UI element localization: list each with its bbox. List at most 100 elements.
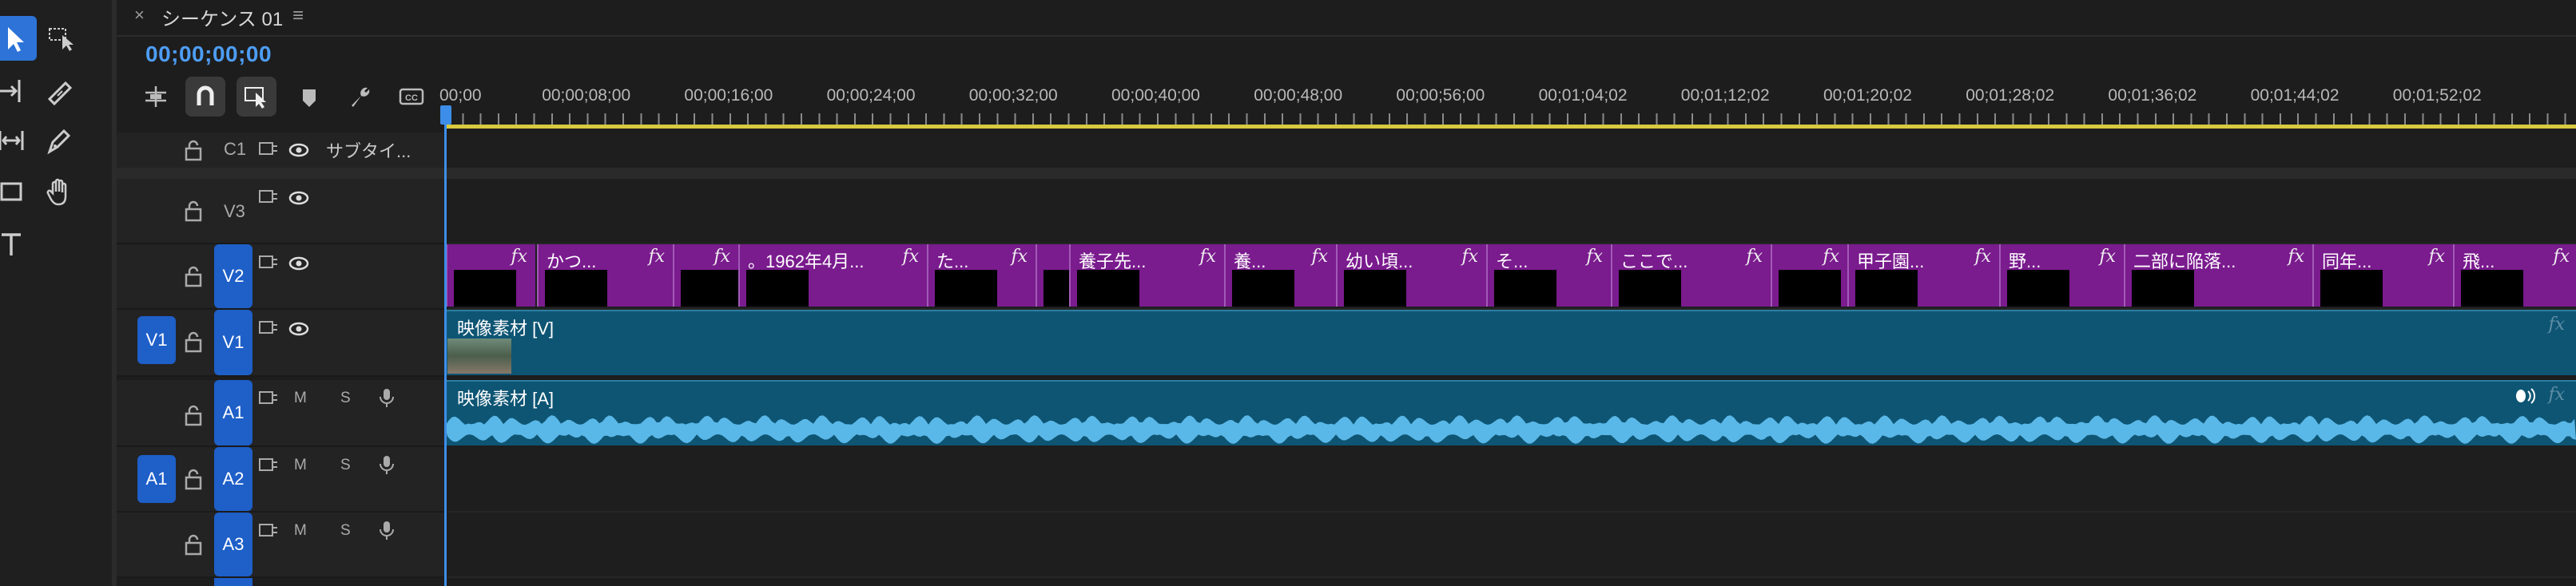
tools-panel: [0, 0, 117, 586]
caption-clip[interactable]: 飛... fx: [2453, 244, 2576, 307]
source-patch-a1[interactable]: A1: [137, 455, 176, 503]
caption-clip[interactable]: fx: [446, 244, 535, 307]
timeline-settings-wrench-icon[interactable]: [340, 77, 380, 117]
ruler-time-label: 00;00;16;00: [684, 86, 773, 105]
ripple-edit-tool-icon[interactable]: [0, 69, 34, 113]
track-target-a3[interactable]: A3: [214, 513, 252, 576]
sync-lock-icon[interactable]: [257, 521, 280, 543]
track-area-a2[interactable]: [447, 447, 2576, 513]
caption-clip[interactable]: 二部に陥落... fx: [2124, 244, 2312, 307]
solo-button[interactable]: S: [340, 390, 351, 407]
sync-lock-icon[interactable]: [257, 455, 280, 477]
track-area-c1[interactable]: [447, 133, 2576, 169]
lock-icon[interactable]: [184, 139, 203, 161]
mute-button[interactable]: M: [294, 457, 307, 474]
caption-clip[interactable]: た... fx: [927, 244, 1036, 307]
eye-icon[interactable]: [288, 139, 310, 161]
close-icon[interactable]: ×: [134, 5, 145, 26]
selection-tool-icon[interactable]: [0, 16, 37, 61]
razor-tool-icon[interactable]: [37, 69, 81, 113]
track-header-a3[interactable]: A3 M S: [117, 513, 444, 578]
caption-clip[interactable]: 養... fx: [1224, 244, 1336, 307]
caption-clip[interactable]: [1036, 244, 1069, 307]
track-header-v1[interactable]: V1 V1: [117, 310, 444, 377]
caption-track-label: サブタイ...: [326, 141, 411, 161]
solo-button[interactable]: S: [340, 522, 351, 540]
clip-thumbnail: [2132, 270, 2194, 307]
waveform-path: [446, 415, 2576, 444]
mute-button[interactable]: M: [294, 390, 307, 407]
microphone-icon[interactable]: [376, 519, 398, 541]
eye-icon[interactable]: [288, 318, 310, 340]
track-target-a2[interactable]: A2: [214, 447, 252, 511]
caption-clip[interactable]: 。1962年4月... fx: [738, 244, 927, 307]
type-tool-icon[interactable]: [0, 222, 34, 267]
linked-selection-icon[interactable]: [237, 77, 276, 117]
eye-icon[interactable]: [288, 187, 310, 209]
caption-clip[interactable]: 養子先... fx: [1069, 244, 1224, 307]
caption-clip[interactable]: 同年... fx: [2312, 244, 2453, 307]
lock-icon[interactable]: [184, 404, 203, 426]
caption-clip[interactable]: fx: [1771, 244, 1847, 307]
track-area-v3[interactable]: [447, 179, 2576, 244]
sequence-tab-title[interactable]: シーケンス 01: [161, 3, 283, 31]
sync-lock-icon[interactable]: [257, 318, 280, 340]
lock-icon[interactable]: [184, 331, 203, 353]
time-ruler[interactable]: 00;00 00;00;08;00 00;00;16;00 00;00;24;00 00…: [439, 77, 2576, 126]
track-target-v2[interactable]: V2: [214, 244, 252, 308]
lock-icon[interactable]: [184, 265, 203, 287]
clip-thumbnail: [1344, 270, 1406, 307]
panel-menu-icon[interactable]: ≡: [292, 5, 304, 27]
caption-clip[interactable]: そ... fx: [1486, 244, 1611, 307]
fx-badge: fx: [902, 247, 919, 267]
caption-clip[interactable]: 甲子園... fx: [1847, 244, 1999, 307]
track-target-a1[interactable]: A1: [214, 380, 252, 445]
track-header-a2[interactable]: A1 A2 M S: [117, 447, 444, 513]
pen-tool-icon[interactable]: [37, 118, 81, 163]
lock-icon[interactable]: [184, 200, 203, 222]
hand-tool-icon[interactable]: [37, 169, 81, 214]
add-marker-icon[interactable]: [289, 77, 329, 117]
snap-icon[interactable]: [185, 77, 225, 117]
track-header-v2[interactable]: V2: [117, 244, 444, 310]
caption-clip[interactable]: ここで... fx: [1611, 244, 1771, 307]
ruler-time-label: 00;01;52;02: [2392, 86, 2482, 105]
ruler-time-label: 00;01;12;02: [1680, 86, 1770, 105]
slip-tool-icon[interactable]: [0, 118, 34, 163]
video-clip-v1[interactable]: 映像素材 [V] fx: [446, 310, 2576, 375]
track-select-tool-icon[interactable]: [40, 16, 85, 61]
microphone-icon[interactable]: [376, 386, 398, 409]
sync-lock-icon[interactable]: [257, 388, 280, 410]
lock-icon[interactable]: [184, 468, 203, 490]
sync-lock-icon[interactable]: [257, 139, 280, 161]
clip-thumbnail: [935, 270, 997, 307]
audio-clip-a1[interactable]: 映像素材 [A] fx: [446, 380, 2576, 445]
track-header-c1[interactable]: C1 サブタイ...: [117, 133, 444, 169]
sequence-panel-header: × シーケンス 01 ≡: [117, 0, 2576, 37]
sync-lock-icon[interactable]: [257, 252, 280, 275]
playhead-timecode[interactable]: 00;00;00;00: [145, 42, 272, 67]
caption-clip[interactable]: fx: [673, 244, 738, 307]
caption-clip[interactable]: かつ... fx: [537, 244, 673, 307]
playhead-line[interactable]: [444, 105, 447, 586]
eye-icon[interactable]: [288, 252, 310, 275]
track-target-v1[interactable]: V1: [214, 310, 252, 375]
sync-lock-icon[interactable]: [257, 187, 280, 209]
source-patch-v1[interactable]: V1: [137, 316, 176, 364]
lock-icon[interactable]: [184, 533, 203, 556]
caption-clip[interactable]: 幼い頃... fx: [1336, 244, 1486, 307]
solo-button[interactable]: S: [340, 457, 351, 474]
clip-thumbnail: [1232, 270, 1294, 307]
track-header-a1[interactable]: A1 M S: [117, 380, 444, 447]
captions-icon[interactable]: CC: [392, 77, 431, 117]
work-area-bar[interactable]: [444, 125, 2576, 129]
microphone-icon[interactable]: [376, 453, 398, 476]
clip-thumbnail: [2320, 270, 2383, 307]
ruler-time-label: 00;01;44;02: [2250, 86, 2339, 105]
insert-sequence-nest-icon[interactable]: [136, 77, 176, 117]
rectangle-tool-icon[interactable]: [0, 169, 34, 214]
mute-button[interactable]: M: [294, 522, 307, 540]
track-area-a3[interactable]: [447, 513, 2576, 578]
caption-clip[interactable]: 野... fx: [1999, 244, 2124, 307]
track-header-v3[interactable]: V3: [117, 179, 444, 244]
